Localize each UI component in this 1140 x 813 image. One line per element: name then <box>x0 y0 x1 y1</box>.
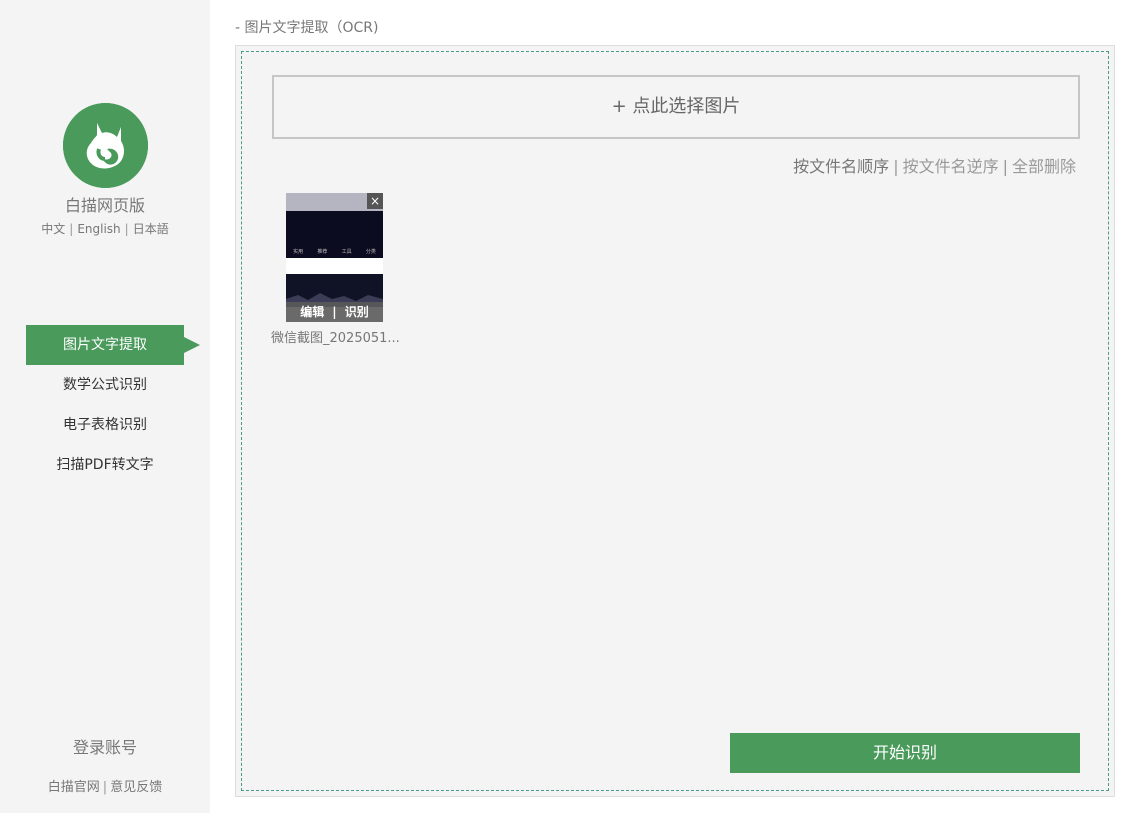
start-recognition-button[interactable]: 开始识别 <box>730 733 1080 773</box>
page-title: - 图片文字提取（OCR) <box>235 20 379 36</box>
thumbnail-actions: 编辑 | 识别 <box>286 302 383 322</box>
separator: | <box>1002 157 1008 176</box>
official-site-link[interactable]: 白描官网 <box>48 780 100 795</box>
language-switcher: 中文 | English | 日本語 <box>0 220 210 237</box>
thumbnail-labels: 实用 推荐 工具 分类 <box>286 248 383 255</box>
nav-item-image-ocr[interactable]: 图片文字提取 <box>26 325 200 365</box>
thumbnail-label: 推荐 <box>317 249 328 255</box>
close-icon[interactable]: × <box>367 193 383 209</box>
separator: | <box>102 780 108 795</box>
lang-english[interactable]: English <box>77 222 120 236</box>
select-image-button[interactable]: + 点此选择图片 <box>272 75 1080 139</box>
file-name: 微信截图_2025051... <box>271 331 400 346</box>
sort-by-name-asc[interactable]: 按文件名顺序 <box>793 157 889 176</box>
feedback-link[interactable]: 意见反馈 <box>110 780 162 795</box>
thumbnail-label: 工具 <box>341 249 352 255</box>
nav-item-spreadsheet[interactable]: 电子表格识别 <box>26 405 184 445</box>
lang-chinese[interactable]: 中文 <box>41 222 65 236</box>
sort-by-name-desc[interactable]: 按文件名逆序 <box>903 157 999 176</box>
login-link[interactable]: 登录账号 <box>0 734 210 758</box>
separator: | <box>69 222 74 236</box>
file-thumbnail[interactable]: 实用 推荐 工具 分类 × 编辑 | 识别 <box>286 193 383 323</box>
footer-links: 白描官网 | 意见反馈 <box>0 776 210 795</box>
thumbnail-image: 实用 推荐 工具 分类 × 编辑 | 识别 <box>286 193 383 322</box>
separator: | <box>332 305 337 319</box>
thumbnail-label: 实用 <box>293 249 304 255</box>
thumbnail-label: 分类 <box>365 249 376 255</box>
delete-all[interactable]: 全部删除 <box>1012 157 1076 176</box>
upload-panel: + 点此选择图片 按文件名顺序 | 按文件名逆序 | 全部删除 实用 推荐 工具 分类 … <box>235 45 1115 797</box>
recognize-button[interactable]: 识别 <box>345 305 369 319</box>
cat-logo-icon <box>63 103 148 188</box>
sidebar-nav: 图片文字提取 数学公式识别 电子表格识别 扫描PDF转文字 <box>26 325 200 485</box>
edit-button[interactable]: 编辑 <box>300 305 324 319</box>
app-name: 白描网页版 <box>64 196 145 215</box>
nav-item-math-formula[interactable]: 数学公式识别 <box>26 365 184 405</box>
sort-links: 按文件名顺序 | 按文件名逆序 | 全部删除 <box>793 153 1076 177</box>
separator: | <box>893 157 899 176</box>
lang-japanese[interactable]: 日本語 <box>133 222 169 236</box>
sidebar: 白描网页版 中文 | English | 日本語 图片文字提取 数学公式识别 电子表格识… <box>0 0 210 813</box>
nav-item-pdf-to-text[interactable]: 扫描PDF转文字 <box>26 445 184 485</box>
separator: | <box>124 222 129 236</box>
